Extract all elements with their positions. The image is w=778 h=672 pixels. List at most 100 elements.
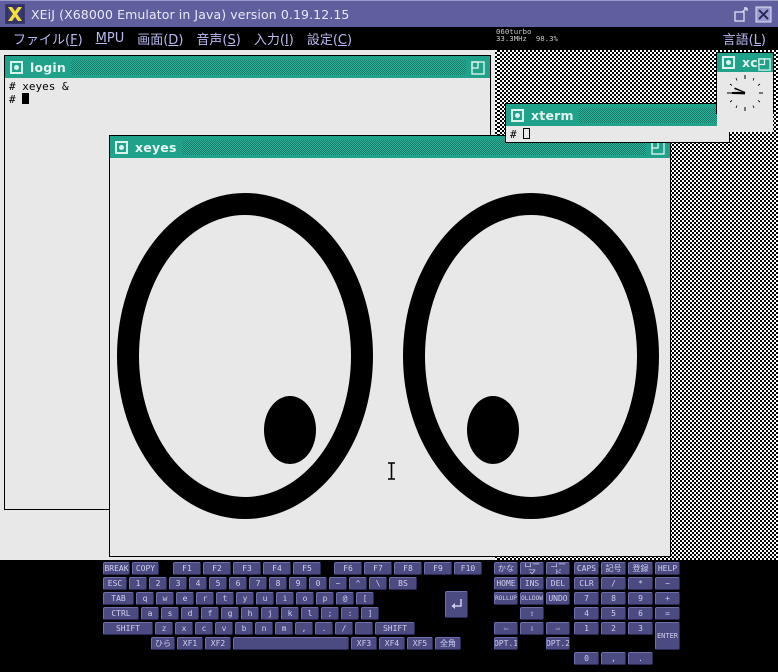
key-blank[interactable]: . xyxy=(315,622,333,635)
key-opt-2[interactable]: OPT.2 xyxy=(546,637,570,650)
window-xterm[interactable]: xterm # xyxy=(505,103,730,143)
key-roll-down[interactable]: ROLLDOWN xyxy=(520,592,544,605)
key-home[interactable]: HOME xyxy=(494,577,518,590)
key-copy[interactable]: COPY xyxy=(132,562,159,575)
key-num-clr[interactable]: CLR xyxy=(574,577,599,590)
key-かな[interactable]: かな xyxy=(494,562,518,575)
key-shift[interactable]: SHIFT xyxy=(375,622,415,635)
maximize-icon[interactable] xyxy=(734,5,751,23)
xterm-titlebar[interactable]: xterm xyxy=(506,104,729,126)
key-num-enter[interactable]: ENTER xyxy=(655,622,680,650)
close-icon[interactable] xyxy=(755,6,772,23)
key-num-3[interactable]: 3 xyxy=(628,622,653,635)
key-blank[interactable]: ⇨ xyxy=(546,622,570,635)
key-esc[interactable]: ESC xyxy=(103,577,127,590)
key-f8[interactable]: F8 xyxy=(394,562,422,575)
key-w[interactable]: w xyxy=(156,592,174,605)
key-b[interactable]: b xyxy=(235,622,253,635)
key-コード[interactable]: コード xyxy=(546,562,570,575)
key-l[interactable]: l xyxy=(301,607,319,620)
key-j[interactable]: j xyxy=(261,607,279,620)
key-tab[interactable]: TAB xyxy=(103,592,134,605)
titlebar-drag-area[interactable] xyxy=(349,1,734,27)
menu-settings[interactable]: 設定(C) xyxy=(307,29,352,48)
key-num-6[interactable]: 6 xyxy=(628,607,653,620)
key-g[interactable]: g xyxy=(221,607,239,620)
key-p[interactable]: p xyxy=(316,592,334,605)
key-blank[interactable]: : xyxy=(341,607,359,620)
key-8[interactable]: 8 xyxy=(269,577,287,590)
key-ローマ[interactable]: ローマ xyxy=(520,562,544,575)
key-num--[interactable]: = xyxy=(655,607,680,620)
resize-handle-icon[interactable] xyxy=(758,56,772,71)
key-bs[interactable]: BS xyxy=(389,577,417,590)
key-f1[interactable]: F1 xyxy=(173,562,201,575)
window-xclock[interactable]: xc xyxy=(716,52,774,132)
emulator-screen[interactable]: login # xeyes & # xeyes xterm # xc xyxy=(0,50,778,560)
key-s[interactable]: s xyxy=(161,607,179,620)
key-z[interactable]: z xyxy=(155,622,173,635)
xeyes-canvas[interactable] xyxy=(110,158,670,556)
menu-display[interactable]: 画面(D) xyxy=(137,29,183,48)
resize-handle-icon[interactable] xyxy=(471,60,485,75)
login-terminal-body[interactable]: # xeyes & # xyxy=(5,78,490,106)
key-a[interactable]: a xyxy=(141,607,159,620)
key-h[interactable]: h xyxy=(241,607,259,620)
key-xf3[interactable]: XF3 xyxy=(351,637,377,650)
key-ctrl[interactable]: CTRL xyxy=(103,607,139,620)
key-3[interactable]: 3 xyxy=(169,577,187,590)
key-opt-1[interactable]: OPT.1 xyxy=(494,637,518,650)
key-num--[interactable]: * xyxy=(628,577,653,590)
window-menu-icon[interactable] xyxy=(722,56,735,69)
key-num-1[interactable]: 1 xyxy=(574,622,599,635)
key-r[interactable]: r xyxy=(196,592,214,605)
key-blank[interactable]: − xyxy=(329,577,347,590)
key-4[interactable]: 4 xyxy=(189,577,207,590)
key-blank[interactable]: ] xyxy=(361,607,379,620)
window-menu-icon[interactable] xyxy=(10,60,23,74)
menu-sound[interactable]: 音声(S) xyxy=(196,29,240,48)
key-5[interactable]: 5 xyxy=(209,577,227,590)
key-2[interactable]: 2 xyxy=(149,577,167,590)
key-break[interactable]: BREAK xyxy=(103,562,130,575)
key-enter[interactable] xyxy=(445,591,468,618)
login-titlebar[interactable]: login xyxy=(5,56,490,78)
key-ins[interactable]: INS xyxy=(520,577,544,590)
key-記号[interactable]: 記号 xyxy=(601,562,626,575)
key-blank[interactable]: ; xyxy=(321,607,339,620)
key-blank[interactable]: ⇧ xyxy=(520,607,544,620)
key-num-0[interactable]: 0 xyxy=(574,652,599,665)
menu-file[interactable]: ファイル(F) xyxy=(13,29,83,48)
key-blank[interactable]: , xyxy=(295,622,313,635)
key-f2[interactable]: F2 xyxy=(203,562,231,575)
key-f[interactable]: f xyxy=(201,607,219,620)
key-num--[interactable]: . xyxy=(628,652,653,665)
key-y[interactable]: y xyxy=(236,592,254,605)
key-u[interactable]: u xyxy=(256,592,274,605)
menu-mpu[interactable]: MPU xyxy=(96,31,125,46)
key-n[interactable]: n xyxy=(255,622,273,635)
key-登録[interactable]: 登録 xyxy=(628,562,653,575)
key-f6[interactable]: F6 xyxy=(334,562,362,575)
key-m[interactable]: m xyxy=(275,622,293,635)
key-xf1[interactable]: XF1 xyxy=(177,637,203,650)
key-num-2[interactable]: 2 xyxy=(601,622,626,635)
key-c[interactable]: c xyxy=(195,622,213,635)
key-num--[interactable]: , xyxy=(601,652,626,665)
key-blank[interactable]: ⇦ xyxy=(494,622,518,635)
window-menu-icon[interactable] xyxy=(511,108,524,122)
key-f7[interactable]: F7 xyxy=(364,562,392,575)
key-f10[interactable]: F10 xyxy=(454,562,482,575)
key-e[interactable]: e xyxy=(176,592,194,605)
key-roll-up[interactable]: ROLL UP xyxy=(494,592,518,605)
key-shift[interactable]: SHIFT xyxy=(103,622,153,635)
key-x[interactable]: x xyxy=(175,622,193,635)
key-blank[interactable]: \ xyxy=(369,577,387,590)
key-blank[interactable]: [ xyxy=(356,592,374,605)
key-num-8[interactable]: 8 xyxy=(601,592,626,605)
key-blank[interactable]: ひら xyxy=(151,637,175,650)
key-6[interactable]: 6 xyxy=(229,577,247,590)
key-f4[interactable]: F4 xyxy=(263,562,291,575)
key-num-9[interactable]: 9 xyxy=(628,592,653,605)
key-undo[interactable]: UNDO xyxy=(546,592,570,605)
